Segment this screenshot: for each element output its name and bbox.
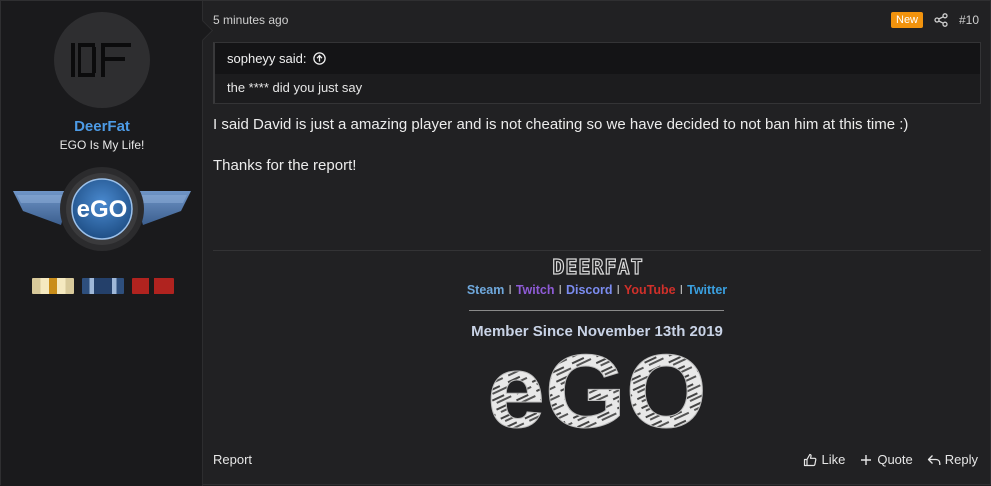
ego-wordcloud-logo: eGO [487,353,708,433]
post-timestamp[interactable]: 5 minutes ago [213,13,288,27]
link-separator: I [679,283,684,297]
deerfat-logo-text: DEERFAT [552,255,643,279]
banner-text: eGO [77,196,128,223]
social-links: Steam I Twitch I Discord I YouTube I Twitter [213,283,981,297]
member-since: Member Since November 13th 2019 [471,323,723,340]
like-label: Like [821,452,846,467]
avatar-df-logo [71,43,131,77]
quote-button[interactable]: Quote [859,452,913,467]
medal-ribbons [32,278,174,294]
post-actions: Like Quote Reply [803,452,978,467]
youtube-link[interactable]: YouTube [624,283,676,297]
quote-block: sopheyy said: the **** did you just say [213,42,981,104]
post-number[interactable]: #10 [959,13,979,27]
reply-button[interactable]: Reply [927,452,978,467]
user-info-column: DeerFat EGO Is My Life! eGO [1,1,203,486]
thumbs-up-icon [804,453,817,466]
steam-link[interactable]: Steam [467,283,505,297]
quote-label: Quote [877,452,913,467]
like-button[interactable]: Like [803,452,845,467]
post-message: I said David is just a amazing player an… [213,115,973,197]
medal-ribbon-gold[interactable] [32,278,74,294]
medal-ribbon-red[interactable] [132,278,174,294]
signature-divider [213,250,981,251]
signature: DEERFAT Steam I Twitch I Discord I YouTube I Twi… [213,253,981,433]
signature-rule [469,310,724,311]
user-title: EGO Is My Life! [59,138,145,152]
reply-label: Reply [944,452,978,467]
quote-author: sopheyy said: [227,51,307,66]
twitter-link[interactable]: Twitter [687,283,727,297]
report-link[interactable]: Report [213,452,252,467]
ego-wordcloud-text: eGO [487,353,707,433]
share-icon[interactable] [934,13,948,27]
link-separator: I [616,283,621,297]
twitch-link[interactable]: Twitch [516,283,555,297]
quote-text: the **** did you just say [215,74,980,103]
medal-ribbon-blue[interactable] [82,278,124,294]
username[interactable]: DeerFat [1,118,203,135]
reply-icon [927,454,941,465]
plus-icon [861,454,872,465]
quote-header[interactable]: sopheyy said: [215,43,980,74]
message-paragraph: Thanks for the report! [213,157,357,174]
discord-link[interactable]: Discord [566,283,613,297]
message-paragraph: I said David is just a amazing player an… [213,116,909,133]
deerfat-logo: DEERFAT [552,255,643,279]
link-separator: I [558,283,562,297]
new-badge: New [891,12,924,28]
user-avatar[interactable] [54,12,150,108]
link-separator: I [508,283,512,297]
ego-banner-badge: eGO [13,167,191,251]
forum-post: DeerFat EGO Is My Life! eGO 5 minutes ag… [0,0,991,486]
arrow-up-circle-icon[interactable] [312,52,326,65]
